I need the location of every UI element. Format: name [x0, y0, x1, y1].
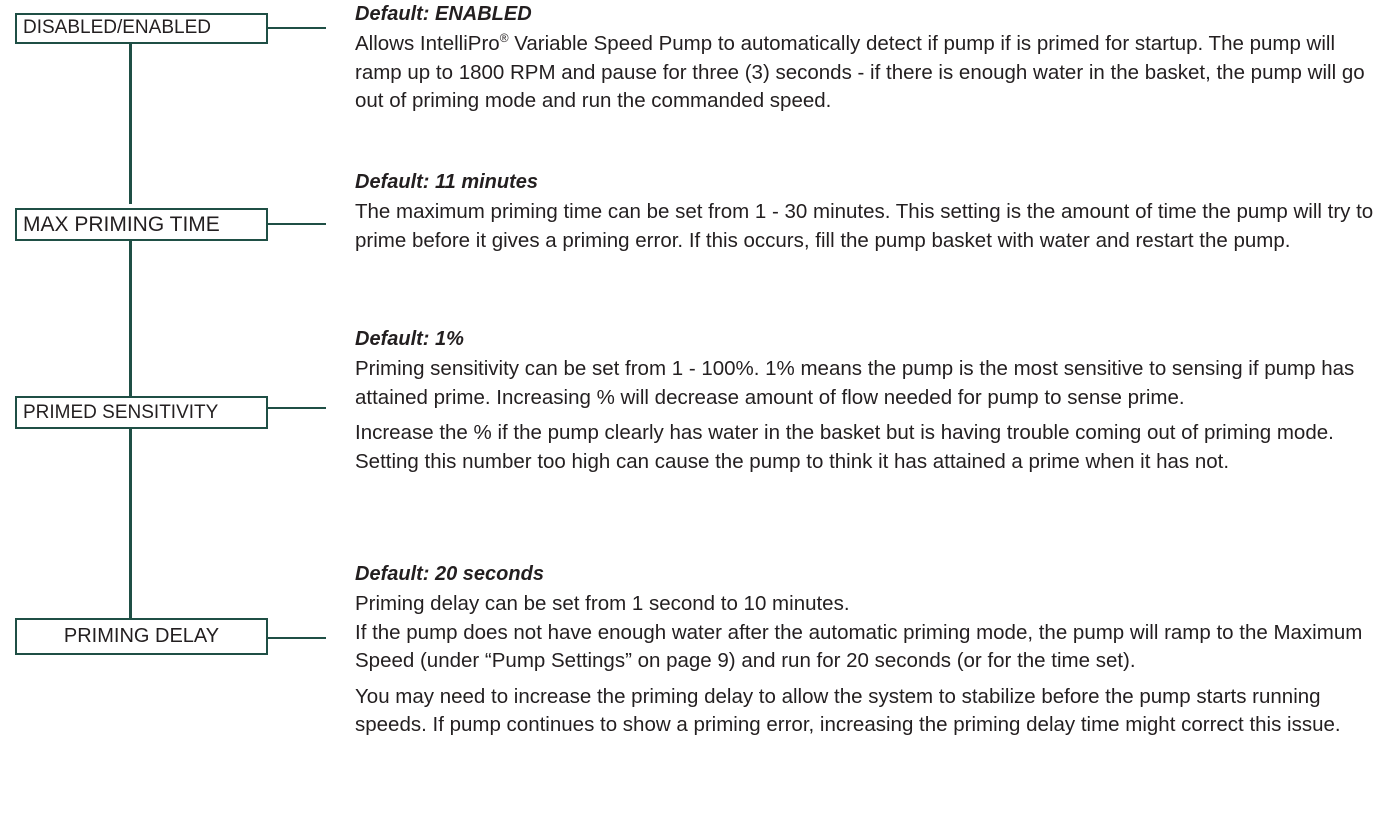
menu-item-max-priming-time[interactable]: MAX PRIMING TIME — [15, 208, 268, 241]
section-paragraph: Priming sensitivity can be set from 1 - … — [355, 357, 1355, 409]
menu-item-primed-sensitivity[interactable]: PRIMED SENSITIVITY — [15, 396, 268, 429]
section-paragraph: If the pump does not have enough water a… — [355, 620, 1363, 673]
menu-item-disabled-enabled[interactable]: DISABLED/ENABLED — [15, 13, 268, 44]
tree-connector-1 — [129, 44, 132, 204]
section-paragraph: Allows IntelliPro® Variable Speed Pump t… — [355, 31, 1365, 112]
registered-mark: ® — [499, 31, 509, 46]
menu-item-priming-delay[interactable]: PRIMING DELAY — [15, 618, 268, 655]
section-heading: Default: 1% — [355, 328, 464, 350]
leader-line-sensitivity — [268, 407, 326, 409]
section-paragraph: You may need to increase the priming del… — [355, 684, 1341, 737]
leader-line-max-time — [268, 223, 326, 225]
section-paragraph: Increase the % if the pump clearly has w… — [355, 421, 1334, 473]
section-heading: Default: 20 seconds — [355, 563, 544, 585]
section-heading: Default: 11 minutes — [355, 171, 538, 193]
tree-connector-2 — [129, 240, 132, 408]
section-heading: Default: ENABLED — [355, 3, 532, 25]
section-paragraph: Priming delay can be set from 1 second t… — [355, 592, 850, 615]
tree-connector-3 — [129, 428, 132, 618]
section-max-priming-time: Default: 11 minutes The maximum priming … — [355, 170, 1387, 255]
section-priming-delay: Default: 20 seconds Priming delay can be… — [355, 562, 1387, 740]
leader-line-delay — [268, 637, 326, 639]
section-paragraph: The maximum priming time can be set from… — [355, 200, 1374, 252]
section-primed-sensitivity: Default: 1% Priming sensitivity can be s… — [355, 327, 1387, 476]
leader-line-enabled — [268, 27, 326, 29]
section-enabled: Default: ENABLED Allows IntelliPro® Vari… — [355, 2, 1387, 116]
